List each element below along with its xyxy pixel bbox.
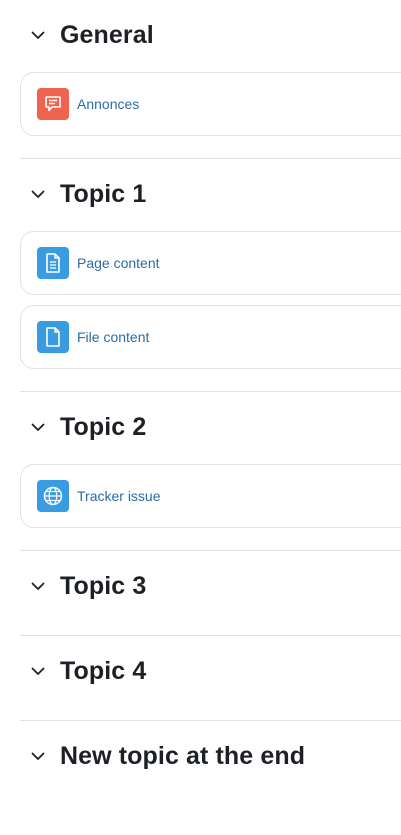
page-icon [37,247,69,279]
section-title[interactable]: Topic 1 [60,180,146,209]
chevron-down-icon[interactable] [30,663,46,679]
activity-page[interactable]: Page content [20,231,401,295]
activity-link[interactable]: File content [77,329,149,345]
section-divider [20,391,401,392]
section-divider [20,550,401,551]
file-icon [37,321,69,353]
chevron-down-icon[interactable] [30,186,46,202]
section-header-new-topic[interactable]: New topic at the end [20,740,305,772]
section-divider [20,158,401,159]
chevron-down-icon[interactable] [30,27,46,43]
section-title[interactable]: Topic 3 [60,572,146,601]
section-divider [20,720,401,721]
activity-link[interactable]: Tracker issue [77,488,161,504]
section-header-topic-2[interactable]: Topic 2 [20,411,146,443]
chevron-down-icon[interactable] [30,419,46,435]
activity-link[interactable]: Annonces [77,96,139,112]
section-header-general[interactable]: General [20,19,154,51]
section-header-topic-1[interactable]: Topic 1 [20,178,146,210]
chevron-down-icon[interactable] [30,578,46,594]
section-header-topic-4[interactable]: Topic 4 [20,655,146,687]
section-title[interactable]: General [60,21,154,50]
globe-icon [37,480,69,512]
section-divider [20,635,401,636]
section-title[interactable]: Topic 2 [60,413,146,442]
forum-icon [37,88,69,120]
course-content: General Annonces Topic 1 Page content Fi… [0,0,401,835]
section-header-topic-3[interactable]: Topic 3 [20,570,146,602]
activity-link[interactable]: Page content [77,255,160,271]
section-title[interactable]: Topic 4 [60,657,146,686]
activity-file[interactable]: File content [20,305,401,369]
chevron-down-icon[interactable] [30,748,46,764]
activity-forum[interactable]: Annonces [20,72,401,136]
section-title[interactable]: New topic at the end [60,742,305,771]
activity-tracker[interactable]: Tracker issue [20,464,401,528]
